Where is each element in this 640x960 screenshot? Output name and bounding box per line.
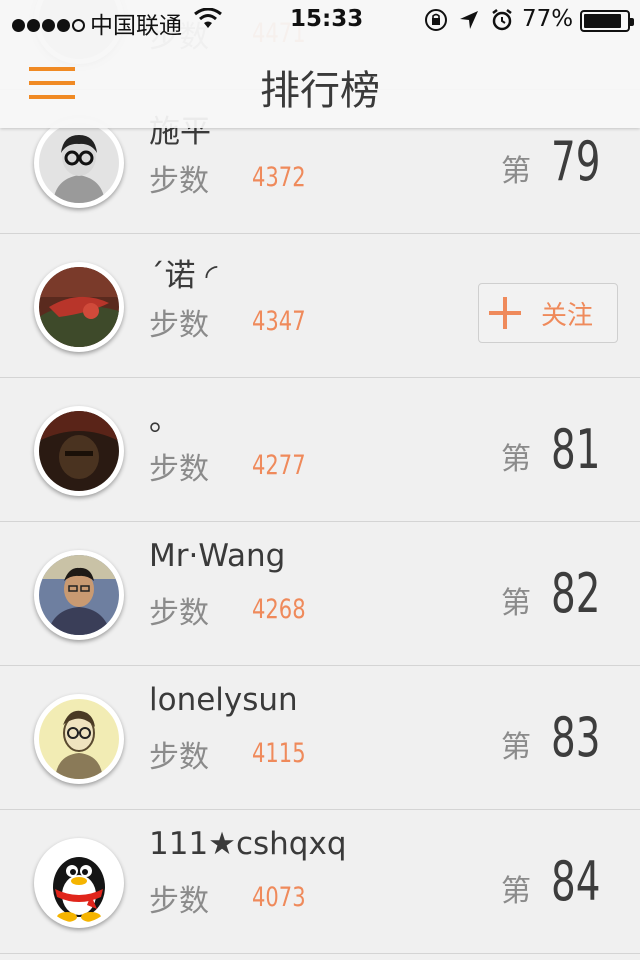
penguin-avatar-image — [39, 843, 119, 923]
steps-value: 4372 — [252, 162, 306, 193]
signal-icon — [12, 13, 87, 38]
steps-value: 4347 — [252, 306, 306, 337]
list-item[interactable]: ˊ诺 ◜ 步数 4347 关注 — [0, 234, 640, 378]
rank-prefix: 第 — [501, 730, 531, 765]
user-name: Mr·Wang — [149, 538, 286, 574]
steps-label: 步数 — [149, 740, 209, 775]
man-photo-avatar-image — [39, 555, 119, 635]
wifi-icon — [194, 8, 222, 28]
red-photo-avatar-image — [39, 267, 119, 347]
status-bar: 中国联通 15:33 77% — [0, 0, 640, 40]
rank-number: 81 — [551, 418, 601, 481]
steps-value: 4277 — [252, 450, 306, 481]
list-item[interactable]: Mr·Wang 步数 4268 第 82 — [0, 522, 640, 666]
dark-photo-avatar-image — [39, 411, 119, 491]
list-item[interactable]: 。 步数 4277 第 81 — [0, 378, 640, 522]
user-name: 111★cshqxq — [149, 826, 347, 862]
steps-label: 步数 — [149, 884, 209, 919]
list-item[interactable]: lonelysun 步数 4115 第 83 — [0, 666, 640, 810]
follow-label: 关注 — [541, 301, 594, 331]
rank-number: 84 — [551, 850, 601, 913]
steps-label: 步数 — [149, 164, 209, 199]
rank-number: 83 — [551, 706, 601, 769]
rank-number: 79 — [551, 130, 601, 193]
list-item[interactable]: 111★cshqxq 步数 4073 第 84 — [0, 810, 640, 954]
sketch-avatar-image — [39, 699, 119, 779]
steps-label: 步数 — [149, 452, 209, 487]
orientation-lock-icon — [425, 9, 447, 31]
avatar[interactable] — [34, 406, 124, 496]
avatar[interactable] — [34, 694, 124, 784]
clock: 15:33 — [290, 6, 364, 32]
battery-icon — [580, 10, 634, 32]
steps-value: 4073 — [252, 882, 306, 913]
rank-prefix: 第 — [501, 154, 531, 189]
ranking-list[interactable]: 步数 4471 施平 步数 4372 第 79 — [0, 0, 640, 960]
rank-prefix: 第 — [501, 586, 531, 621]
rank-prefix: 第 — [501, 442, 531, 477]
rank-prefix: 第 — [501, 874, 531, 909]
user-name: 。 — [149, 402, 180, 438]
location-icon — [460, 11, 478, 29]
user-name: ˊ诺 ◜ — [149, 258, 218, 294]
steps-label: 步数 — [149, 596, 209, 631]
alarm-icon — [492, 9, 512, 31]
battery-percentage: 77% — [522, 6, 574, 32]
steps-value: 4115 — [252, 738, 306, 769]
rank-number: 82 — [551, 562, 601, 625]
navigation-bar: 中国联通 15:33 77% 排行榜 — [0, 0, 640, 128]
carrier-name: 中国联通 — [90, 13, 182, 39]
avatar[interactable] — [34, 838, 124, 928]
page-title: 排行榜 — [260, 68, 380, 114]
cartoon-glasses-avatar-image — [39, 123, 119, 203]
steps-value: 4268 — [252, 594, 306, 625]
steps-label: 步数 — [149, 308, 209, 343]
follow-button[interactable]: 关注 — [478, 283, 618, 343]
avatar[interactable] — [34, 118, 124, 208]
user-name: lonelysun — [149, 682, 298, 718]
plus-icon — [489, 297, 521, 329]
avatar[interactable] — [34, 262, 124, 352]
avatar[interactable] — [34, 550, 124, 640]
